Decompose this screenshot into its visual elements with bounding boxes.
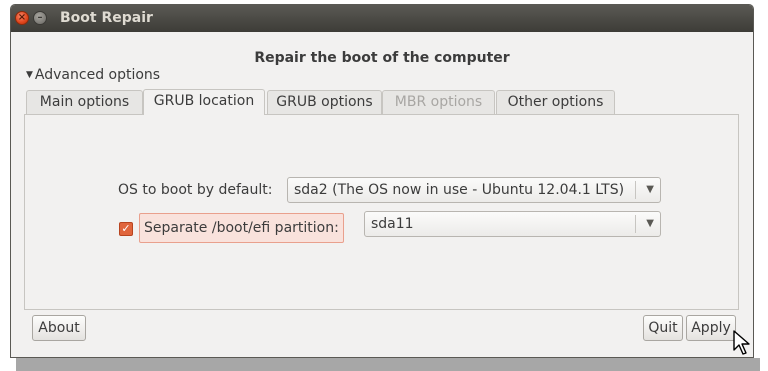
advanced-options-expander[interactable]: ▼ Advanced options <box>26 67 160 83</box>
os-default-value: sda2 (The OS now in use - Ubuntu 12.04.1… <box>294 182 625 198</box>
minimize-icon[interactable]: – <box>33 11 47 25</box>
window-shadow <box>16 358 760 371</box>
window-title: Boot Repair <box>60 10 153 26</box>
dropdown-separator <box>635 215 636 233</box>
efi-partition-label[interactable]: Separate /boot/efi partition: <box>139 213 344 243</box>
tab-other-options[interactable]: Other options <box>496 90 615 114</box>
boot-repair-window: × – Boot Repair Repair the boot of the c… <box>10 4 754 358</box>
os-default-label: OS to boot by default: <box>118 182 273 198</box>
mouse-pointer-icon <box>733 330 750 355</box>
page-heading: Repair the boot of the computer <box>254 50 510 66</box>
chevron-down-icon: ▼ <box>646 184 654 195</box>
about-button[interactable]: About <box>32 315 86 341</box>
titlebar: × – Boot Repair <box>11 5 753 32</box>
expander-triangle-icon: ▼ <box>26 70 33 80</box>
close-icon[interactable]: × <box>15 11 29 25</box>
efi-partition-dropdown[interactable]: sda11 ▼ <box>364 211 661 237</box>
os-default-dropdown[interactable]: sda2 (The OS now in use - Ubuntu 12.04.1… <box>287 177 661 203</box>
tab-grub-options[interactable]: GRUB options <box>267 90 382 114</box>
quit-button[interactable]: Quit <box>643 315 683 341</box>
advanced-options-label: Advanced options <box>34 67 161 83</box>
dropdown-separator <box>635 181 636 199</box>
apply-button[interactable]: Apply <box>686 315 736 341</box>
tab-mbr-options: MBR options <box>382 90 495 114</box>
tab-main-options[interactable]: Main options <box>26 90 143 114</box>
efi-partition-checkbox[interactable]: ✓ <box>119 222 133 236</box>
chevron-down-icon: ▼ <box>646 218 654 229</box>
tab-grub-location[interactable]: GRUB location <box>143 89 265 115</box>
efi-partition-value: sda11 <box>371 216 414 232</box>
